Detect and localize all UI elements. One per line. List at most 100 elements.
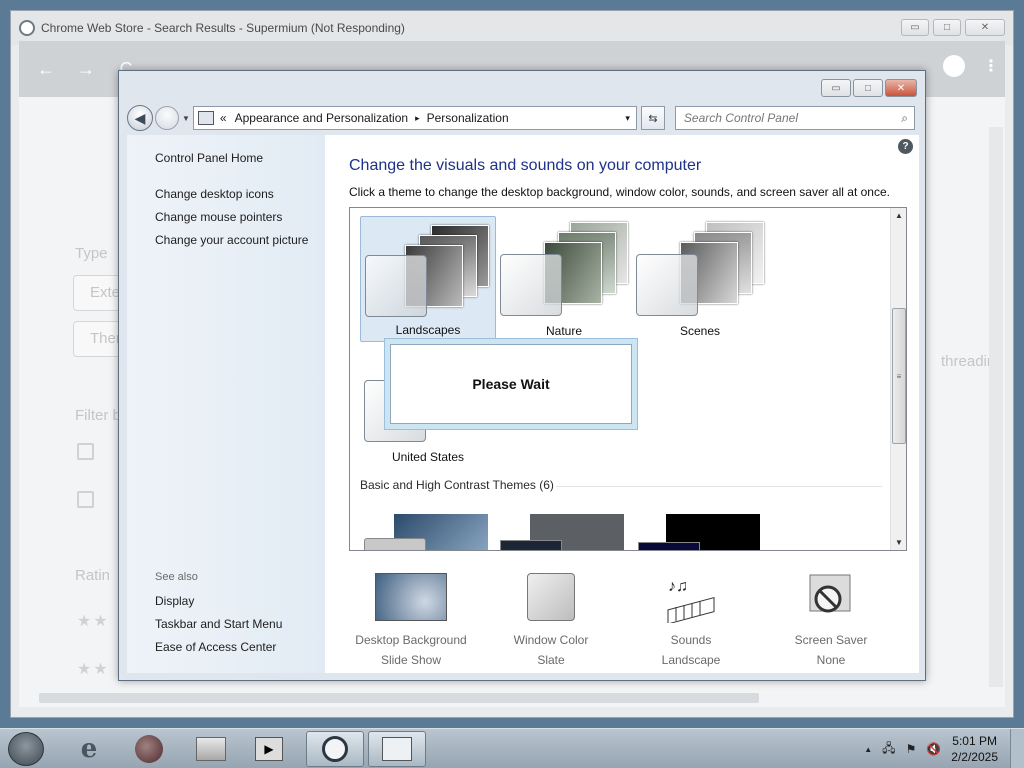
change-account-picture-link[interactable]: Change your account picture — [155, 233, 308, 247]
chrome-menu-icon[interactable]: ⋮ — [983, 56, 999, 76]
window-color-setting[interactable]: Window Color Slate — [481, 573, 621, 667]
internet-explorer-icon: e — [80, 734, 98, 764]
screen-saver-setting[interactable]: Screen Saver None — [761, 574, 901, 667]
breadcrumb-appearance[interactable]: Appearance and Personalization — [235, 111, 408, 125]
recent-pages-dropdown-icon[interactable]: ▼ — [182, 114, 190, 123]
window-color-icon — [527, 573, 575, 621]
chrome-vertical-scrollbar[interactable] — [989, 127, 1003, 687]
theme-label: Nature — [545, 324, 583, 338]
change-mouse-pointers-link[interactable]: Change mouse pointers — [155, 210, 282, 224]
setting-value: Landscape — [661, 653, 721, 667]
please-wait-text: Please Wait — [390, 344, 632, 424]
help-icon[interactable]: ? — [898, 139, 913, 154]
address-bar[interactable]: « Appearance and Personalization ▸ Perso… — [192, 106, 637, 130]
clock-time: 5:01 PM — [952, 734, 997, 748]
theme-label: Scenes — [679, 324, 721, 338]
address-dropdown-icon[interactable]: ▾ — [625, 113, 630, 124]
back-button[interactable]: ◀ — [127, 105, 153, 131]
ghost-rating-heading: Ratin — [75, 567, 111, 584]
breadcrumb-separator-icon[interactable]: ▸ — [415, 113, 420, 124]
basic-themes-group-label: Basic and High Contrast Themes (6) — [360, 478, 554, 492]
system-tray: ▲ 🖧 ⚑ 🔇 5:01 PM 2/2/2025 — [864, 729, 1024, 768]
taskbar-supermium[interactable] — [306, 731, 364, 767]
search-placeholder: Search Control Panel — [683, 111, 798, 125]
theme-label: United States — [391, 450, 465, 464]
file-explorer-icon — [196, 737, 226, 761]
theme-nature[interactable]: Nature — [496, 216, 632, 342]
cp-minimize-button[interactable]: ▭ — [821, 79, 851, 97]
taskbar-internet-explorer[interactable]: e — [60, 731, 118, 767]
network-icon[interactable]: 🖧 — [882, 739, 895, 760]
setting-title: Window Color — [513, 633, 589, 647]
theme-color-swatch — [500, 540, 562, 550]
clock-date: 2/2/2025 — [951, 750, 998, 764]
chrome-horizontal-scrollbar[interactable] — [39, 693, 759, 703]
ease-of-access-link[interactable]: Ease of Access Center — [155, 640, 276, 654]
chrome-maximize-button[interactable]: □ — [933, 19, 961, 36]
start-button[interactable] — [8, 732, 44, 766]
setting-value: Slide Show — [380, 653, 442, 667]
scroll-up-icon[interactable]: ▲ — [895, 211, 903, 220]
scroll-down-icon[interactable]: ▼ — [895, 538, 903, 547]
display-link[interactable]: Display — [155, 594, 194, 608]
ghost-type-heading: Type — [75, 245, 108, 262]
cp-close-button[interactable]: ✕ — [885, 79, 917, 97]
breadcrumb-overflow[interactable]: « — [220, 111, 227, 125]
clock[interactable]: 5:01 PM 2/2/2025 — [951, 733, 998, 765]
sounds-icon: ♪♫ — [667, 578, 715, 623]
search-icon[interactable]: ⌕ — [901, 111, 908, 126]
ghost-threading-text: threadin — [941, 353, 996, 370]
taskbar-file-explorer[interactable] — [182, 731, 240, 767]
theme-label: Landscapes — [395, 323, 461, 337]
taskbar-control-panel[interactable] — [368, 731, 426, 767]
chrome-title-bar[interactable]: Chrome Web Store - Search Results - Supe… — [11, 11, 1013, 45]
back-arrow-icon[interactable]: ← — [33, 59, 59, 80]
taskbar: e ▶ ▲ 🖧 ⚑ 🔇 5:01 PM 2/2/2025 — [0, 728, 1024, 768]
chrome-minimize-button[interactable]: ▭ — [901, 19, 929, 36]
search-input[interactable]: Search Control Panel ⌕ — [674, 106, 915, 130]
cp-maximize-button[interactable]: □ — [853, 79, 883, 97]
scroll-thumb[interactable]: ≡ — [892, 308, 906, 444]
ghost-checkbox — [77, 443, 94, 460]
refresh-button[interactable]: ⇆ — [640, 106, 665, 130]
volume-muted-icon[interactable]: 🔇 — [926, 742, 941, 756]
taskbar-browser[interactable] — [120, 731, 178, 767]
taskbar-media-player[interactable]: ▶ — [240, 731, 298, 767]
control-panel-icon — [197, 111, 214, 125]
profile-icon[interactable] — [943, 55, 965, 77]
chrome-close-button[interactable]: ✕ — [965, 19, 1005, 36]
breadcrumb-personalization[interactable]: Personalization — [427, 111, 509, 125]
theme-landscapes[interactable]: Landscapes — [360, 216, 496, 342]
taskbar-start-menu-link[interactable]: Taskbar and Start Menu — [155, 617, 282, 631]
forward-arrow-icon[interactable]: → — [73, 59, 99, 80]
setting-title: Screen Saver — [794, 633, 868, 647]
desktop-background-setting[interactable]: Desktop Background Slide Show — [341, 573, 481, 667]
theme-list-scrollbar[interactable]: ▲ ≡ ▼ — [890, 208, 906, 550]
svg-text:♪♫: ♪♫ — [668, 578, 688, 595]
show-desktop-button[interactable] — [1010, 729, 1024, 768]
supermium-icon — [322, 736, 348, 762]
theme-color-swatch — [636, 254, 698, 316]
setting-title: Desktop Background — [355, 633, 467, 647]
change-desktop-icons-link[interactable]: Change desktop icons — [155, 187, 274, 201]
ghost-stars: ★★ — [77, 661, 110, 678]
show-hidden-icons-icon[interactable]: ▲ — [864, 745, 872, 754]
ghost-checkbox — [77, 491, 94, 508]
forward-button[interactable] — [155, 106, 179, 130]
left-nav-pane: Control Panel Home Change desktop icons … — [127, 135, 325, 673]
setting-value: None — [816, 653, 846, 667]
media-player-icon: ▶ — [255, 737, 283, 761]
sounds-setting[interactable]: ♪♫ Sounds Landscape — [621, 578, 761, 667]
page-subtitle: Click a theme to change the desktop back… — [349, 185, 890, 199]
control-panel-home-link[interactable]: Control Panel Home — [155, 151, 263, 165]
setting-title: Sounds — [670, 633, 712, 647]
see-also-label: See also — [155, 571, 198, 583]
ghost-filter-heading: Filter b — [75, 407, 121, 424]
action-center-flag-icon[interactable]: ⚑ — [906, 742, 917, 756]
control-panel-icon — [382, 737, 412, 761]
desktop-background-icon — [375, 573, 447, 621]
theme-scenes[interactable]: Scenes — [632, 216, 768, 342]
screen-saver-icon — [809, 574, 851, 613]
group-divider — [556, 486, 882, 487]
supermium-icon — [19, 20, 35, 36]
